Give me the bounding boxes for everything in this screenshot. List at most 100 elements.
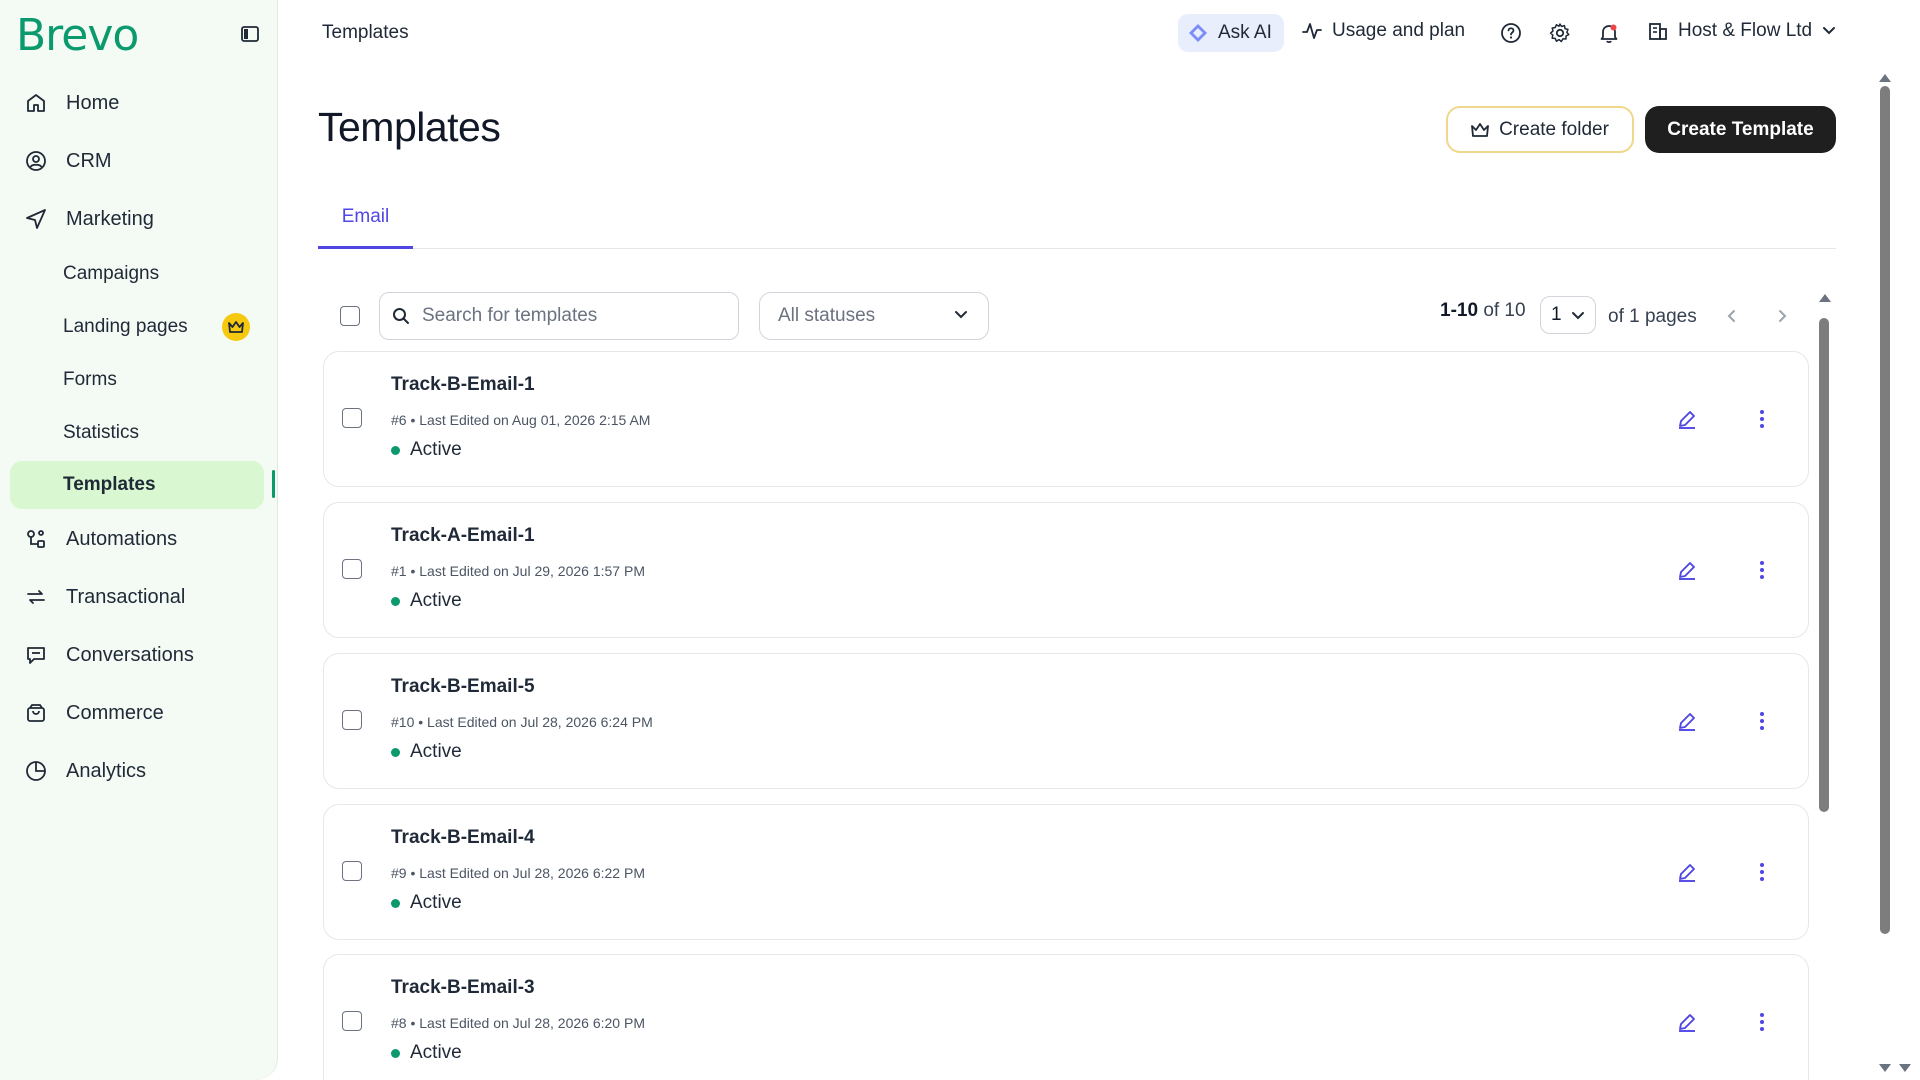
page-scroll-down-icon[interactable] <box>1878 1062 1892 1074</box>
crown-icon <box>222 313 250 341</box>
sidebar-sub-forms[interactable]: Forms <box>10 356 264 404</box>
more-vertical-icon[interactable] <box>1756 1010 1768 1034</box>
page-scrollbar-thumb[interactable] <box>1880 86 1890 934</box>
gear-icon[interactable] <box>1549 22 1571 44</box>
sidebar-item-marketing[interactable]: Marketing <box>10 196 266 242</box>
template-edited: Last Edited on Jul 29, 2026 1:57 PM <box>419 563 645 579</box>
template-name[interactable]: Track-B-Email-3 <box>391 977 535 999</box>
template-id: #9 <box>391 865 407 881</box>
range-total: of 10 <box>1483 300 1526 321</box>
template-card[interactable]: Track-B-Email-5 #10 • Last Edited on Jul… <box>323 653 1809 789</box>
page-select[interactable]: 1 <box>1540 296 1596 334</box>
sidebar-item-crm[interactable]: CRM <box>10 138 266 184</box>
crown-icon <box>1471 122 1489 137</box>
tab-email[interactable]: Email <box>318 200 413 249</box>
template-id: #8 <box>391 1015 407 1031</box>
list-scrollbar-thumb[interactable] <box>1819 318 1829 812</box>
search-input[interactable] <box>422 305 722 327</box>
status-dot <box>391 747 400 757</box>
pencil-icon[interactable] <box>1675 709 1699 733</box>
pencil-icon[interactable] <box>1675 558 1699 582</box>
status-badge: Active <box>391 741 462 763</box>
search-box[interactable] <box>379 292 739 340</box>
template-edited: Last Edited on Aug 01, 2026 2:15 AM <box>419 412 651 428</box>
sidebar-sub-templates[interactable]: Templates <box>10 461 264 509</box>
template-id: #10 <box>391 714 415 730</box>
more-vertical-icon[interactable] <box>1756 709 1768 733</box>
status-dot <box>391 596 400 606</box>
row-checkbox[interactable] <box>342 1011 362 1031</box>
row-checkbox[interactable] <box>342 710 362 730</box>
home-icon <box>27 94 45 112</box>
template-meta: #1 • Last Edited on Jul 29, 2026 1:57 PM <box>391 563 645 579</box>
range-value: 1-10 <box>1440 300 1479 321</box>
template-meta: #9 • Last Edited on Jul 28, 2026 6:22 PM <box>391 865 645 881</box>
tabs-divider <box>318 248 1836 249</box>
pencil-icon[interactable] <box>1675 860 1699 884</box>
list-scroll-down-icon[interactable] <box>1898 1062 1912 1074</box>
account-switcher[interactable]: Host & Flow Ltd <box>1648 20 1846 42</box>
status-dot <box>391 1048 400 1058</box>
sidebar-item-label: Marketing <box>66 207 154 230</box>
page-scroll-up-icon[interactable] <box>1878 72 1892 84</box>
pencil-icon[interactable] <box>1675 1010 1699 1034</box>
sidebar-item-label: Conversations <box>66 643 194 666</box>
sidebar-item-conversations[interactable]: Conversations <box>10 632 266 678</box>
select-all-checkbox[interactable] <box>340 306 360 326</box>
create-folder-button[interactable]: Create folder <box>1446 106 1634 153</box>
usage-label: Usage and plan <box>1332 20 1466 41</box>
sidebar-toggle-icon[interactable] <box>240 24 260 44</box>
ai-diamond-icon <box>1189 24 1207 42</box>
sidebar-sub-campaigns[interactable]: Campaigns <box>10 250 264 298</box>
chevron-down-icon <box>1823 27 1836 35</box>
sidebar-sub-statistics[interactable]: Statistics <box>10 409 264 457</box>
sidebar-item-label: Statistics <box>63 422 140 443</box>
tab-active-underline <box>318 246 413 249</box>
template-edited: Last Edited on Jul 28, 2026 6:20 PM <box>419 1015 645 1031</box>
sidebar-item-home[interactable]: Home <box>10 80 266 126</box>
bell-icon[interactable] <box>1598 22 1620 44</box>
user-circle-icon <box>26 151 46 171</box>
help-icon[interactable] <box>1500 22 1522 44</box>
more-vertical-icon[interactable] <box>1756 407 1768 431</box>
ask-ai-button[interactable]: Ask AI <box>1178 14 1284 52</box>
sidebar-item-label: Campaigns <box>63 263 160 284</box>
template-name[interactable]: Track-B-Email-4 <box>391 827 535 849</box>
template-card[interactable]: Track-B-Email-3 #8 • Last Edited on Jul … <box>323 954 1809 1080</box>
chat-icon <box>27 647 45 664</box>
page-count: of 1 pages <box>1608 306 1697 327</box>
status-label: Active <box>410 741 462 762</box>
sidebar-item-transactional[interactable]: Transactional <box>10 574 266 620</box>
row-checkbox[interactable] <box>342 408 362 428</box>
brevo-logo[interactable]: Brevo <box>16 10 139 61</box>
more-vertical-icon[interactable] <box>1756 860 1768 884</box>
template-card[interactable]: Track-A-Email-1 #1 • Last Edited on Jul … <box>323 502 1809 638</box>
prev-page-icon[interactable] <box>1724 308 1740 324</box>
status-filter-select[interactable]: All statuses <box>759 292 989 340</box>
next-page-icon[interactable] <box>1774 308 1790 324</box>
template-name[interactable]: Track-B-Email-5 <box>391 676 535 698</box>
sidebar-item-analytics[interactable]: Analytics <box>10 748 266 794</box>
sidebar-item-commerce[interactable]: Commerce <box>10 690 266 736</box>
usage-and-plan-link[interactable]: Usage and plan <box>1302 20 1465 42</box>
template-meta: #10 • Last Edited on Jul 28, 2026 6:24 P… <box>391 714 653 730</box>
row-checkbox[interactable] <box>342 861 362 881</box>
status-badge: Active <box>391 439 462 461</box>
template-name[interactable]: Track-A-Email-1 <box>391 525 535 547</box>
sidebar-item-automations[interactable]: Automations <box>10 516 266 562</box>
sidebar-item-label: Home <box>66 91 120 114</box>
chevron-down-icon <box>1572 312 1584 320</box>
building-icon <box>1649 23 1667 40</box>
more-vertical-icon[interactable] <box>1756 558 1768 582</box>
list-scroll-up-icon[interactable] <box>1818 292 1832 304</box>
template-name[interactable]: Track-B-Email-1 <box>391 374 535 396</box>
create-template-button[interactable]: Create Template <box>1645 106 1836 153</box>
pencil-icon[interactable] <box>1675 407 1699 431</box>
sidebar-item-label: Landing pages <box>63 316 188 337</box>
sidebar-item-label: Templates <box>63 474 156 495</box>
row-checkbox[interactable] <box>342 559 362 579</box>
template-edited: Last Edited on Jul 28, 2026 6:22 PM <box>419 865 645 881</box>
template-card[interactable]: Track-B-Email-1 #6 • Last Edited on Aug … <box>323 351 1809 487</box>
chevron-down-icon <box>955 311 967 319</box>
template-card[interactable]: Track-B-Email-4 #9 • Last Edited on Jul … <box>323 804 1809 940</box>
